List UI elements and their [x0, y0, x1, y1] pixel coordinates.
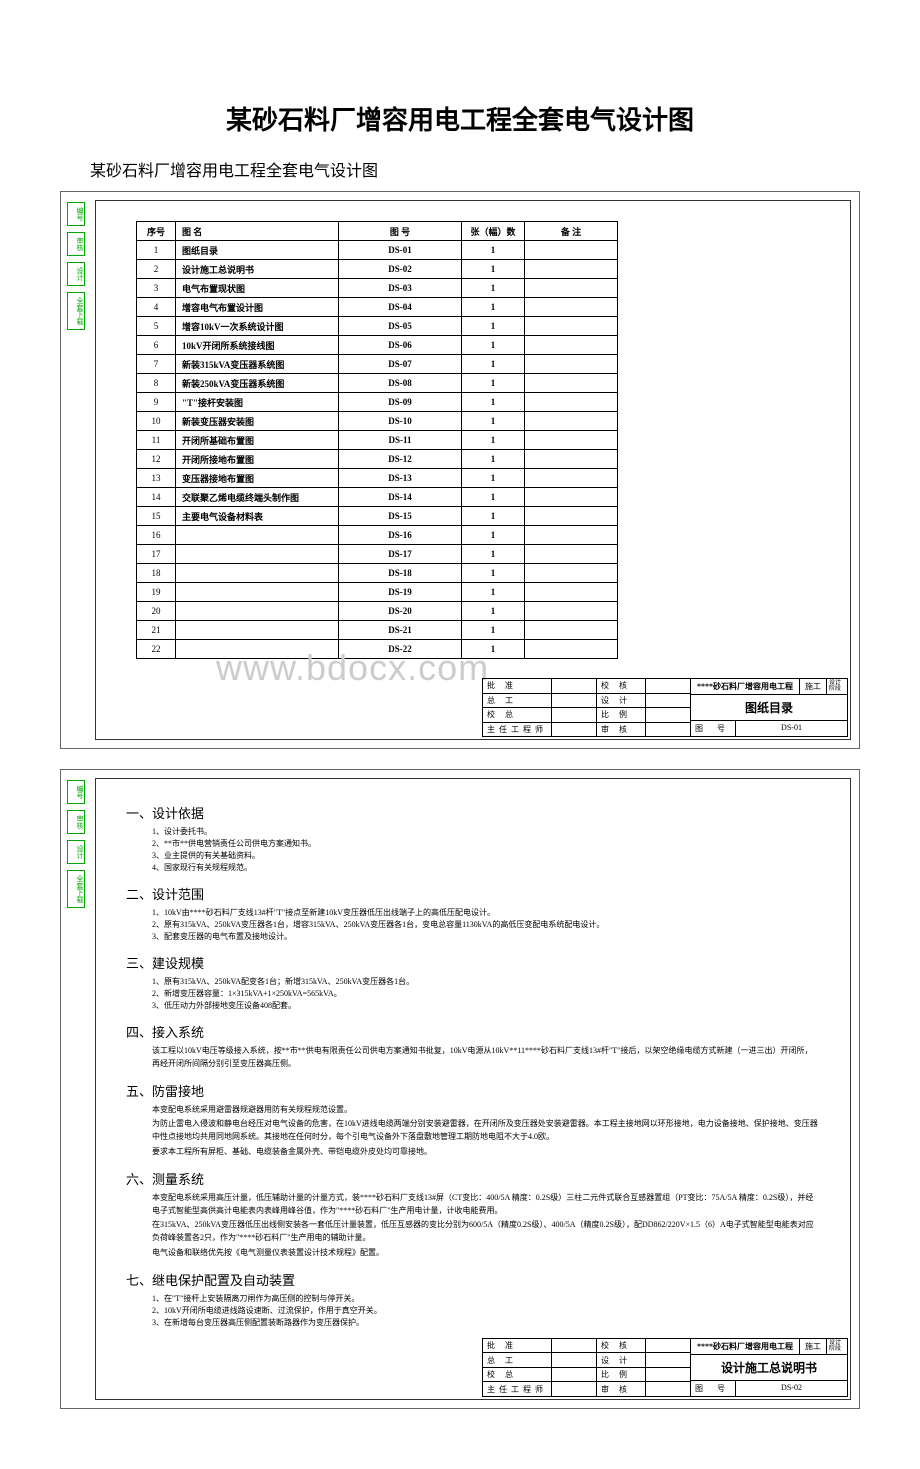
- side-tab: 审核: [67, 232, 85, 256]
- spec-item: 1、原有315kVA、250kVA配变各1台；新增315kVA、250kVA变压…: [152, 976, 820, 988]
- project-name: ****砂石料厂增容用电工程: [691, 679, 799, 694]
- section-title: 五、防雷接地: [126, 1081, 820, 1100]
- project-name: ****砂石料厂增容用电工程: [691, 1339, 799, 1354]
- table-row: 11开闭所基础布置图DS-111: [137, 431, 618, 450]
- sheet-title: 设计施工总说明书: [691, 1355, 847, 1380]
- stage-label2: 设计 阶段: [826, 1339, 847, 1354]
- drawing-sheet-1: 编号 审核 设计 全套下载 序号 图 名 图 号 张（幅）数 备 注 1图纸目录…: [60, 191, 860, 749]
- spec-paragraph: 电气设备和联络优先按《电气测量仪表装置设计技术规程》配置。: [152, 1247, 820, 1260]
- section-title: 四、接入系统: [126, 1022, 820, 1041]
- title-block: 批 准校 核 总 工设 计 校 总比 例 主任工程师审 核 ****砂石料厂增容…: [482, 1338, 848, 1397]
- table-row: 1图纸目录DS-011: [137, 241, 618, 260]
- page-title: 某砂石料厂增容用电工程全套电气设计图: [60, 100, 860, 137]
- spec-item: 2、**市**供电营销责任公司供电方案通知书。: [152, 838, 820, 850]
- table-row: 5增容10kV一次系统设计图DS-051: [137, 317, 618, 336]
- toc-header-count: 张（幅）数: [462, 222, 525, 241]
- table-row: 10新装变压器安装图DS-101: [137, 412, 618, 431]
- side-tab: 全套下载: [67, 870, 85, 908]
- spec-paragraph: 要求本工程所有屏柜、基础、电缆装备金属外壳、带铠电缆外皮处均可靠接地。: [152, 1146, 820, 1159]
- table-row: 7新装315kVA变压器系统图DS-071: [137, 355, 618, 374]
- title-block: 批 准校 核 总 工设 计 校 总比 例 主任工程师审 核 ****砂石料厂增容…: [482, 678, 848, 737]
- spec-paragraph: 该工程以10kV电压等级接入系统，按**市**供电有限责任公司供电方案通知书批复…: [152, 1045, 820, 1071]
- side-tabs: 编号 审核 设计 全套下载: [67, 780, 85, 908]
- sheet-title: 图纸目录: [691, 695, 847, 720]
- side-tab: 编号: [67, 780, 85, 804]
- table-row: 3电气布置现状图DS-031: [137, 279, 618, 298]
- stage-label: 施工: [799, 679, 826, 694]
- table-row: 4增容电气布置设计图DS-041: [137, 298, 618, 317]
- section-title: 三、建设规模: [126, 953, 820, 972]
- section-title: 二、设计范围: [126, 884, 820, 903]
- table-row: 8新装250kVA变压器系统图DS-081: [137, 374, 618, 393]
- spec-item: 3、业主提供的有关基础资料。: [152, 850, 820, 862]
- section-title: 一、设计依据: [126, 803, 820, 822]
- spec-item: 4、国家现行有关规程规范。: [152, 862, 820, 874]
- table-row: 17DS-171: [137, 545, 618, 564]
- drawing-no-label: 图 号: [691, 1381, 736, 1396]
- signature-table: 批 准校 核 总 工设 计 校 总比 例 主任工程师审 核: [482, 1338, 691, 1397]
- table-row: 16DS-161: [137, 526, 618, 545]
- spec-item: 1、设计委托书。: [152, 826, 820, 838]
- table-row: 13变压器接地布置图DS-131: [137, 469, 618, 488]
- table-row: 21DS-211: [137, 621, 618, 640]
- drawing-sheet-2: 编号 审核 设计 全套下载 一、设计依据 1、设计委托书。 2、**市**供电营…: [60, 769, 860, 1409]
- stage-label: 施工: [799, 1339, 826, 1354]
- drawing-no: DS-01: [736, 721, 847, 736]
- toc-header-name: 图 名: [176, 222, 339, 241]
- side-tab: 审核: [67, 810, 85, 834]
- side-tab: 设计: [67, 840, 85, 864]
- table-row: 19DS-191: [137, 583, 618, 602]
- spec-item: 2、10kV开闭所电缆进线路设速断、过流保护，作用于真空开关。: [152, 1305, 820, 1317]
- spec-item: 2、原有315kVA、250kVA变压器各1台，增容315kVA、250kVA变…: [152, 919, 820, 931]
- side-tabs: 编号 审核 设计 全套下载: [67, 202, 85, 330]
- spec-item: 2、新增变压器容量：1×315kVA+1×250kVA=565kVA。: [152, 988, 820, 1000]
- table-row: 9"T"接杆安装图DS-091: [137, 393, 618, 412]
- sub-title: 某砂石料厂增容用电工程全套电气设计图: [90, 157, 860, 181]
- toc-header-seq: 序号: [137, 222, 176, 241]
- spec-paragraph: 本变配电系统采用高压计量，低压辅助计量的计量方式，装****砂石料厂支线13#屏…: [152, 1192, 820, 1218]
- spec-item: 3、低压动力外部接地变压设备408配套。: [152, 1000, 820, 1012]
- spec-content: 一、设计依据 1、设计委托书。 2、**市**供电营销责任公司供电方案通知书。 …: [96, 779, 850, 1339]
- drawing-no: DS-02: [736, 1381, 847, 1396]
- toc-table: 序号 图 名 图 号 张（幅）数 备 注 1图纸目录DS-0112设计施工总说明…: [136, 221, 618, 659]
- side-tab: 编号: [67, 202, 85, 226]
- signature-table: 批 准校 核 总 工设 计 校 总比 例 主任工程师审 核: [482, 678, 691, 737]
- stage-label2: 设计 阶段: [826, 679, 847, 694]
- table-row: 12开闭所接地布置图DS-121: [137, 450, 618, 469]
- spec-item: 3、配套变压器的电气布置及接地设计。: [152, 931, 820, 943]
- side-tab: 设计: [67, 262, 85, 286]
- toc-header-no: 图 号: [339, 222, 462, 241]
- table-row: 14交联聚乙烯电缆终端头制作图DS-141: [137, 488, 618, 507]
- spec-item: 3、在新增每台变压器高压侧配置装断路器作为变压器保护。: [152, 1317, 820, 1329]
- spec-item: 1、10kV由****砂石料厂支线13#杆"T"接点至新建10kV变压器低压出线…: [152, 907, 820, 919]
- table-row: 22DS-221: [137, 640, 618, 659]
- spec-paragraph: 在315kVA、250kVA变压器低压出线侧安装各一套低压计量装置，低压互感器的…: [152, 1219, 820, 1245]
- table-row: 20DS-201: [137, 602, 618, 621]
- toc-header-remark: 备 注: [525, 222, 618, 241]
- section-title: 七、继电保护配置及自动装置: [126, 1270, 820, 1289]
- table-row: 2设计施工总说明书DS-021: [137, 260, 618, 279]
- side-tab: 全套下载: [67, 292, 85, 330]
- spec-item: 1、在"T"接杆上安装隔离刀闸作为高压侧的控制与停开关。: [152, 1293, 820, 1305]
- table-row: 15主要电气设备材料表DS-151: [137, 507, 618, 526]
- drawing-no-label: 图 号: [691, 721, 736, 736]
- table-row: 610kV开闭所系统接线图DS-061: [137, 336, 618, 355]
- spec-paragraph: 本变配电系统采用避雷器规避器用防有关规程规范设置。: [152, 1104, 820, 1117]
- table-row: 18DS-181: [137, 564, 618, 583]
- section-title: 六、测量系统: [126, 1169, 820, 1188]
- spec-paragraph: 为防止雷电入侵波和静电台经压对电气设备的危害，在10kV进线电缆两端分别安装避雷…: [152, 1118, 820, 1144]
